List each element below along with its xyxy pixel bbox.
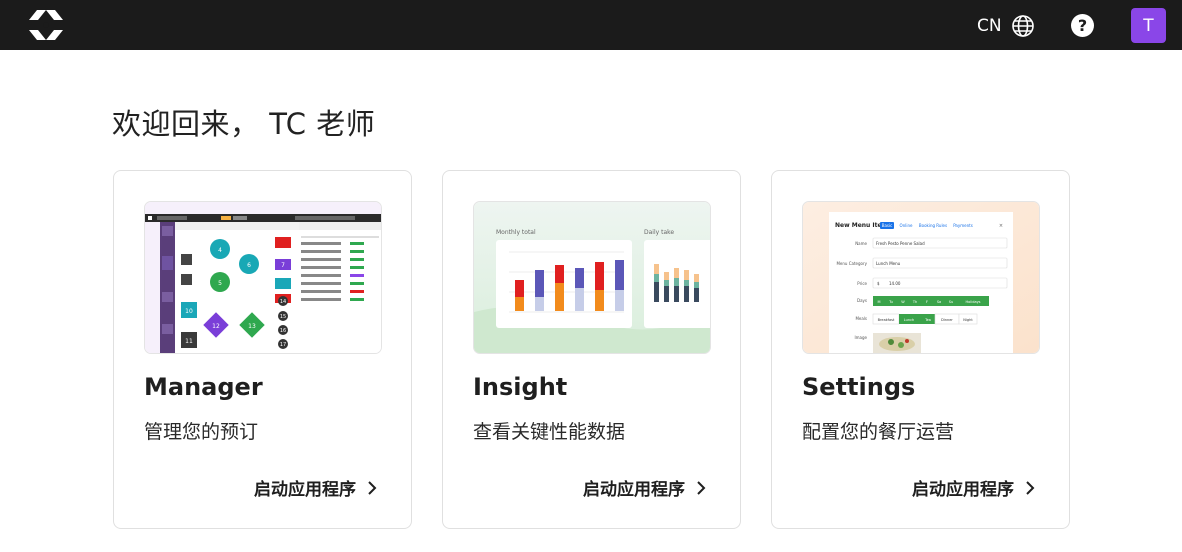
user-avatar[interactable]: T [1131, 8, 1166, 43]
preview-label: Name [855, 241, 867, 246]
preview-label: Basic [882, 223, 893, 228]
preview-table-label: 5 [218, 280, 222, 287]
manager-app-card[interactable]: 4 6 5 10 11 12 13 7 14 15 16 17 Manager … [113, 170, 412, 529]
preview-table-label: 17 [280, 342, 286, 348]
avatar-initial: T [1143, 15, 1154, 36]
launch-app-label: 启动应用程序 [912, 480, 1014, 500]
chevron-right-icon [368, 480, 377, 495]
launch-app-link[interactable]: 启动应用程序 [912, 475, 1036, 500]
card-title: Manager [144, 373, 263, 401]
preview-label: Meals [855, 316, 867, 321]
preview-label: Tu [888, 300, 893, 304]
settings-app-card[interactable]: New Menu Item Basic Online Booking Rules… [771, 170, 1070, 529]
globe-icon [1011, 14, 1034, 37]
preview-label: Fresh Pesto Penne Salad [876, 241, 925, 246]
preview-table-label: 15 [280, 314, 286, 320]
preview-table-label: 12 [212, 323, 220, 330]
preview-label: W [901, 300, 905, 304]
preview-label: F [926, 300, 928, 304]
preview-table-label: 16 [280, 328, 286, 334]
welcome-heading: 欢迎回来， TC 老师 [112, 107, 376, 141]
language-switcher[interactable]: CN [977, 13, 1035, 38]
preview-table-label: 13 [248, 323, 256, 330]
preview-label: Sa [937, 300, 941, 304]
preview-label: Online [900, 223, 913, 228]
preview-table-label: 14 [280, 299, 286, 305]
help-symbol: ? [1077, 16, 1088, 35]
language-code: CN [977, 15, 1002, 36]
preview-label: Menu Category [836, 261, 867, 266]
preview-table-label: 10 [185, 308, 193, 315]
preview-label: Lunch Menu [876, 261, 901, 266]
preview-label: Monthly total [496, 229, 536, 236]
top-navigation-bar: CN ? T [0, 0, 1182, 50]
preview-label: M [877, 300, 880, 304]
card-description: 配置您的餐厅运营 [802, 421, 955, 443]
insight-preview-image: Monthly total Daily take [473, 201, 711, 354]
preview-label: Image [854, 335, 867, 340]
launch-app-label: 启动应用程序 [254, 480, 356, 500]
brand-logo-icon[interactable] [28, 9, 64, 41]
launch-app-link[interactable]: 启动应用程序 [583, 475, 707, 500]
insight-app-card[interactable]: Monthly total Daily take Insight 查看关键性能数… [442, 170, 741, 529]
preview-label: 14.00 [889, 281, 901, 286]
preview-label: Lunch [904, 318, 914, 322]
preview-label: Su [949, 300, 953, 304]
preview-label: Booking Rules [919, 223, 947, 228]
preview-table-label: 4 [218, 247, 222, 254]
launch-app-label: 启动应用程序 [583, 480, 685, 500]
settings-preview-image: New Menu Item Basic Online Booking Rules… [802, 201, 1040, 354]
launch-app-link[interactable]: 启动应用程序 [254, 475, 378, 500]
preview-table-label: 7 [281, 262, 285, 269]
card-title: Insight [473, 373, 568, 401]
chevron-right-icon [1026, 480, 1035, 495]
preview-label: Night [963, 318, 973, 322]
chevron-right-icon [697, 480, 706, 495]
card-description: 管理您的预订 [144, 421, 259, 443]
card-description: 查看关键性能数据 [473, 421, 626, 443]
card-title: Settings [802, 373, 916, 401]
preview-label: Th [912, 300, 917, 304]
preview-label: New Menu Item [835, 222, 888, 229]
preview-label: Price [857, 281, 867, 286]
preview-label: Daily take [644, 229, 674, 236]
preview-table-label: 11 [185, 338, 193, 345]
question-circle-icon[interactable]: ? [1071, 14, 1094, 37]
preview-label: Holidays [966, 300, 981, 304]
preview-label: Payments [953, 223, 973, 228]
preview-label: Dinner [941, 318, 953, 322]
preview-label: Days [857, 298, 867, 303]
preview-label: Tea [924, 318, 931, 322]
close-icon: × [999, 223, 1003, 229]
manager-preview-image: 4 6 5 10 11 12 13 7 14 15 16 17 [144, 201, 382, 354]
preview-label: Breakfast [878, 318, 895, 322]
preview-table-label: 6 [247, 262, 251, 269]
